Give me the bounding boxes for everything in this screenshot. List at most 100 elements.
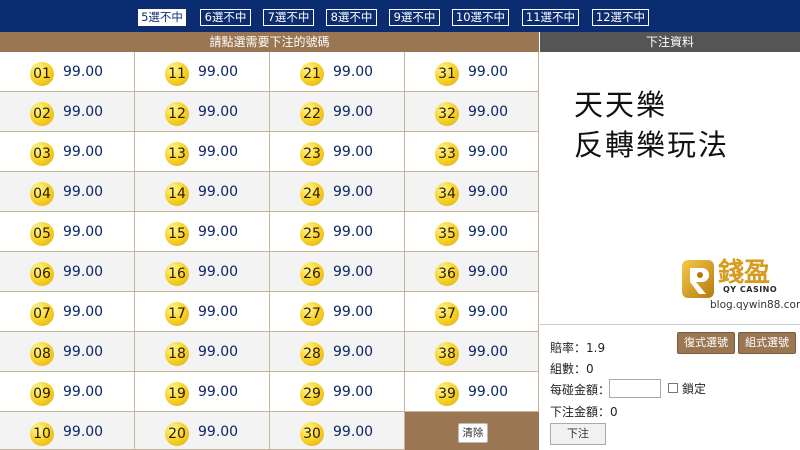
tab-11-select[interactable]: 11選不中	[522, 9, 579, 26]
bet-form: 賠率：1.9 復式選號 組式選號 組數：0 每碰金額： 鎖定 下注金額：0 下注	[540, 325, 800, 450]
number-cell[interactable]: 28 99.00	[270, 332, 405, 372]
number-cell[interactable]: 08 99.00	[0, 332, 135, 372]
number-cell[interactable]: 05 99.00	[0, 212, 135, 252]
number-cell[interactable]: 25 99.00	[270, 212, 405, 252]
number-ball: 14	[165, 182, 189, 206]
tab-9-select[interactable]: 9選不中	[389, 9, 440, 26]
number-cell[interactable]: 38 99.00	[405, 332, 539, 372]
number-ball: 23	[300, 142, 324, 166]
number-ball: 29	[300, 382, 324, 406]
clear-button[interactable]: 清除	[458, 423, 488, 443]
tab-12-select[interactable]: 12選不中	[592, 9, 649, 26]
overlay-title-line2: 反轉樂玩法	[574, 128, 730, 162]
number-cell[interactable]: 22 99.00	[270, 92, 405, 132]
amount-input[interactable]	[609, 379, 661, 398]
logo-subtitle: QY CASINO	[723, 285, 778, 294]
number-ball: 04	[30, 182, 54, 206]
number-ball: 02	[30, 102, 54, 126]
number-odds: 99.00	[63, 144, 104, 160]
number-ball: 17	[165, 302, 189, 326]
number-ball: 36	[435, 262, 459, 286]
number-cell[interactable]: 07 99.00	[0, 292, 135, 332]
number-cell[interactable]: 26 99.00	[270, 252, 405, 292]
number-odds: 99.00	[63, 264, 104, 280]
number-ball: 26	[300, 262, 324, 286]
number-cell[interactable]: 24 99.00	[270, 172, 405, 212]
number-ball: 16	[165, 262, 189, 286]
number-cell[interactable]: 32 99.00	[405, 92, 539, 132]
number-odds: 99.00	[468, 264, 509, 280]
number-cell[interactable]: 20 99.00	[135, 412, 270, 450]
multi-select-button[interactable]: 復式選號	[677, 332, 735, 354]
number-ball: 10	[30, 422, 54, 446]
lock-label: 鎖定	[682, 382, 707, 396]
number-cell[interactable]: 11 99.00	[135, 52, 270, 92]
number-cell[interactable]: 15 99.00	[135, 212, 270, 252]
number-cell[interactable]: 18 99.00	[135, 332, 270, 372]
number-odds: 99.00	[333, 304, 374, 320]
number-ball: 09	[30, 382, 54, 406]
odds-label: 賠率：	[550, 341, 587, 355]
number-cell[interactable]: 29 99.00	[270, 372, 405, 412]
number-odds: 99.00	[63, 424, 104, 440]
number-cell[interactable]: 06 99.00	[0, 252, 135, 292]
number-cell[interactable]: 02 99.00	[0, 92, 135, 132]
number-odds: 99.00	[63, 384, 104, 400]
number-cell[interactable]: 01 99.00	[0, 52, 135, 92]
number-cell[interactable]: 14 99.00	[135, 172, 270, 212]
number-cell[interactable]: 10 99.00	[0, 412, 135, 450]
casino-logo-icon	[682, 260, 714, 298]
number-cell[interactable]: 30 99.00	[270, 412, 405, 450]
tab-5-select[interactable]: 5選不中	[138, 9, 186, 26]
number-cell[interactable]: 36 99.00	[405, 252, 539, 292]
number-cell[interactable]: 04 99.00	[0, 172, 135, 212]
number-cell[interactable]: 33 99.00	[405, 132, 539, 172]
groups-label: 組數：	[550, 362, 587, 376]
number-cell[interactable]: 12 99.00	[135, 92, 270, 132]
amount-label: 每碰金額：	[550, 383, 611, 397]
submit-bet-button[interactable]: 下注	[550, 423, 606, 445]
number-odds: 99.00	[198, 144, 239, 160]
number-odds: 99.00	[198, 184, 239, 200]
number-ball: 27	[300, 302, 324, 326]
number-ball: 15	[165, 222, 189, 246]
number-cell[interactable]: 34 99.00	[405, 172, 539, 212]
number-cell[interactable]: 21 99.00	[270, 52, 405, 92]
tab-6-select[interactable]: 6選不中	[200, 9, 251, 26]
number-cell[interactable]: 19 99.00	[135, 372, 270, 412]
number-cell[interactable]: 23 99.00	[270, 132, 405, 172]
number-ball: 06	[30, 262, 54, 286]
number-ball: 24	[300, 182, 324, 206]
number-cell[interactable]: 13 99.00	[135, 132, 270, 172]
groups-row: 組數：0	[550, 360, 594, 377]
number-cell[interactable]: 27 99.00	[270, 292, 405, 332]
combo-select-button[interactable]: 組式選號	[738, 332, 796, 354]
number-odds: 99.00	[333, 104, 374, 120]
number-odds: 99.00	[468, 184, 509, 200]
number-cell[interactable]: 09 99.00	[0, 372, 135, 412]
number-ball: 01	[30, 62, 54, 86]
number-cell[interactable]: 39 99.00	[405, 372, 539, 412]
tab-10-select[interactable]: 10選不中	[452, 9, 509, 26]
number-ball: 25	[300, 222, 324, 246]
number-cell[interactable]: 37 99.00	[405, 292, 539, 332]
number-ball: 21	[300, 62, 324, 86]
logo-title: 錢盈	[718, 258, 771, 288]
tab-7-select[interactable]: 7選不中	[263, 9, 314, 26]
number-odds: 99.00	[198, 104, 239, 120]
number-ball: 22	[300, 102, 324, 126]
tab-8-select[interactable]: 8選不中	[326, 9, 377, 26]
number-odds: 99.00	[63, 304, 104, 320]
number-cell[interactable]: 35 99.00	[405, 212, 539, 252]
number-ball: 35	[435, 222, 459, 246]
number-cell[interactable]: 16 99.00	[135, 252, 270, 292]
lock-checkbox[interactable]	[668, 383, 678, 393]
number-cell[interactable]: 31 99.00	[405, 52, 539, 92]
number-cell[interactable]: 03 99.00	[0, 132, 135, 172]
number-odds: 99.00	[333, 344, 374, 360]
number-cell[interactable]: 17 99.00	[135, 292, 270, 332]
number-ball: 37	[435, 302, 459, 326]
number-odds: 99.00	[63, 344, 104, 360]
number-ball: 28	[300, 342, 324, 366]
number-odds: 99.00	[333, 424, 374, 440]
